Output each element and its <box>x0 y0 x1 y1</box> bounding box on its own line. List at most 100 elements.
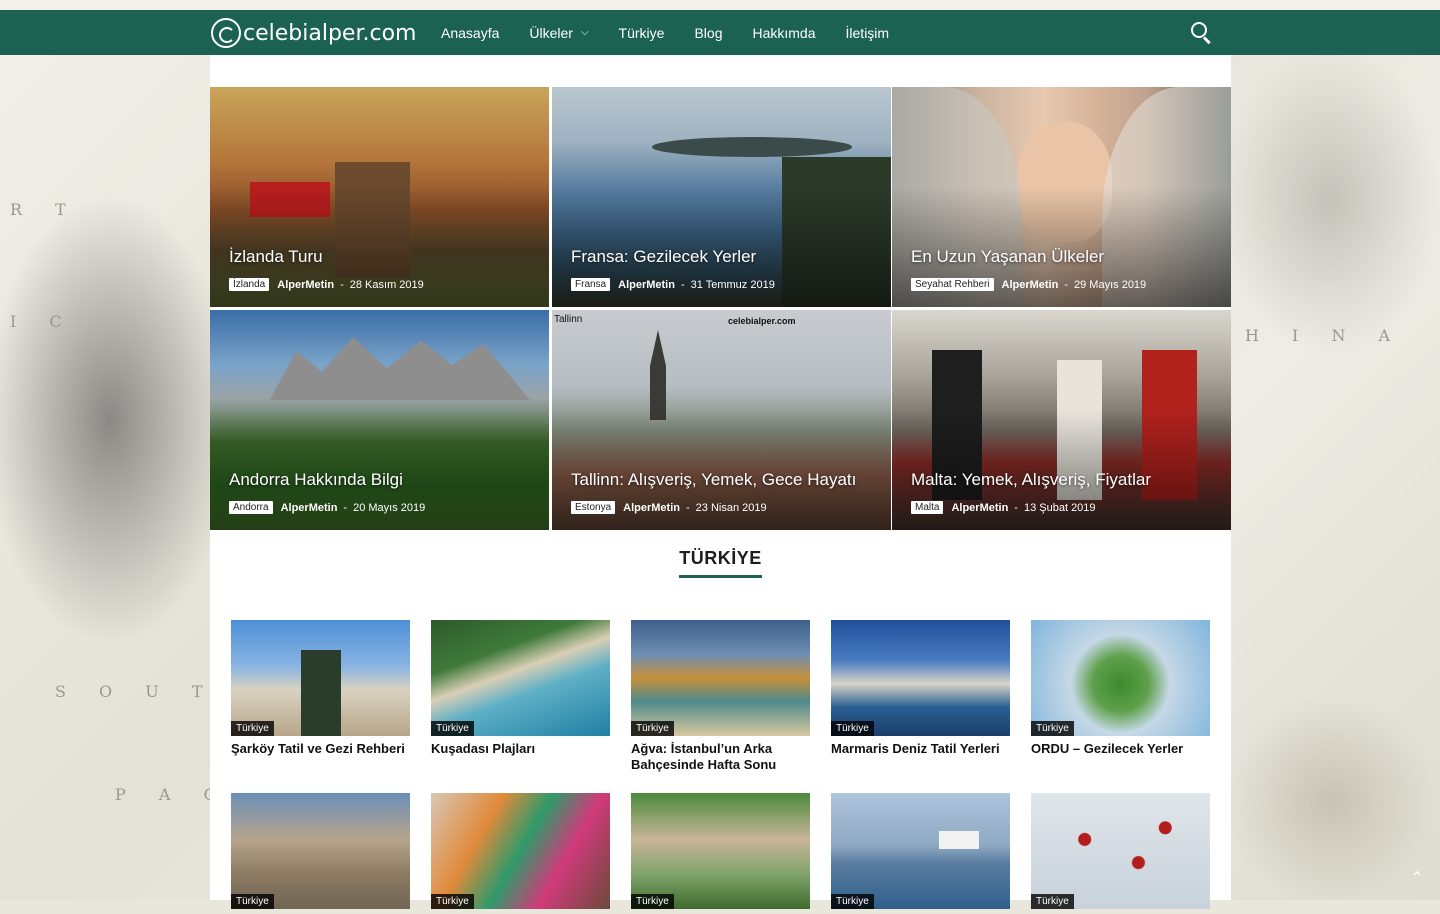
chevron-down-icon: ⌵ <box>580 27 589 38</box>
post-title[interactable]: Tallinn: Alışveriş, Yemek, Gece Hayatı <box>571 470 856 490</box>
nav-label: Blog <box>694 24 723 41</box>
main-navbar: celebialper.com Anasayfa Ülkeler ⌵ Türkiy… <box>0 10 1440 55</box>
featured-post-andorra[interactable]: Andorra Hakkında Bilgi Andorra AlperMeti… <box>210 310 549 530</box>
meta-separator: - <box>1014 501 1018 514</box>
post-thumbnail[interactable]: Türkiye <box>631 620 810 736</box>
post-card[interactable]: Türkiye <box>631 793 810 914</box>
category-badge[interactable]: Türkiye <box>831 721 874 736</box>
post-thumbnail[interactable]: Türkiye <box>231 793 410 909</box>
post-thumbnail[interactable]: Türkiye <box>831 620 1010 736</box>
category-badge[interactable]: Türkiye <box>1031 894 1074 909</box>
category-badge[interactable]: Seyahat Rehberi <box>911 278 994 291</box>
chevron-up-icon[interactable]: ⌃ <box>1405 868 1429 888</box>
post-author[interactable]: AlperMetin <box>281 502 338 514</box>
search-icon[interactable] <box>1191 22 1207 38</box>
post-title[interactable]: Marmaris Deniz Tatil Yerleri <box>831 741 1010 757</box>
post-author[interactable]: AlperMetin <box>1002 279 1059 291</box>
post-title[interactable]: Kuşadası Plajları <box>431 741 610 757</box>
nav-item-hakkimda[interactable]: Hakkımda <box>752 25 815 41</box>
post-thumbnail[interactable]: Türkiye <box>231 620 410 736</box>
featured-post-en-uzun[interactable]: En Uzun Yaşanan Ülkeler Seyahat Rehberi … <box>892 87 1231 307</box>
post-thumbnail[interactable]: Türkiye <box>431 620 610 736</box>
post-thumbnail[interactable]: Türkiye <box>631 793 810 909</box>
category-badge[interactable]: Andorra <box>229 501 273 514</box>
post-author[interactable]: AlperMetin <box>618 279 675 291</box>
post-thumbnail[interactable]: Türkiye <box>831 793 1010 909</box>
post-card[interactable]: Türkiye Kuşadası Plajları <box>431 620 610 757</box>
post-title[interactable]: İzlanda Turu <box>229 247 323 267</box>
category-badge[interactable]: Türkiye <box>431 894 474 909</box>
category-badge[interactable]: Türkiye <box>1031 721 1074 736</box>
category-badge[interactable]: Estonya <box>571 501 616 514</box>
post-title[interactable]: En Uzun Yaşanan Ülkeler <box>911 247 1104 267</box>
post-author[interactable]: AlperMetin <box>623 502 680 514</box>
post-meta: Andorra AlperMetin - 20 Mayıs 2019 <box>229 501 425 514</box>
post-title[interactable]: Şarköy Tatil ve Gezi Rehberi <box>231 741 410 757</box>
map-label: R T <box>10 200 80 219</box>
post-card[interactable]: Türkiye <box>431 793 610 914</box>
post-card[interactable]: Türkiye Ağva: İstanbul’un Arka Bahçesind… <box>631 620 810 773</box>
category-badge[interactable]: Türkiye <box>831 894 874 909</box>
post-meta: Seyahat Rehberi AlperMetin - 29 Mayıs 20… <box>911 278 1146 291</box>
post-date: 29 Mayıs 2019 <box>1074 278 1147 291</box>
post-thumbnail[interactable]: Türkiye <box>1031 793 1210 909</box>
person-figure <box>301 650 341 736</box>
post-card[interactable]: Türkiye <box>831 793 1010 914</box>
category-badge[interactable]: Türkiye <box>631 894 674 909</box>
post-title[interactable]: Ağva: İstanbul’un Arka Bahçesinde Hafta … <box>631 741 810 773</box>
meta-separator: - <box>685 501 690 514</box>
nav-item-blog[interactable]: Blog <box>694 25 722 41</box>
nav-item-turkiye[interactable]: Türkiye <box>619 25 665 41</box>
nav-menu: Anasayfa Ülkeler ⌵ Türkiye Blog Hakkımda … <box>441 10 919 55</box>
category-badge[interactable]: Türkiye <box>631 721 674 736</box>
post-meta: İzlanda AlperMetin - 28 Kasım 2019 <box>229 278 424 291</box>
nav-label: Ülkeler <box>529 24 573 41</box>
section-heading: TÜRKİYE <box>210 548 1231 578</box>
ferry <box>939 831 979 849</box>
logo-text: celebialper.com <box>243 20 417 46</box>
logo-mark-icon <box>211 18 241 48</box>
category-badge[interactable]: Fransa <box>571 278 611 291</box>
post-card[interactable]: Türkiye ORDU – Gezilecek Yerler <box>1031 620 1210 757</box>
post-date: 13 Şubat 2019 <box>1023 501 1096 514</box>
post-meta: Estonya AlperMetin - 23 Nisan 2019 <box>571 501 767 514</box>
site-logo[interactable]: celebialper.com <box>211 16 416 50</box>
post-meta: Malta AlperMetin - 13 Şubat 2019 <box>911 501 1096 514</box>
nav-label: Hakkımda <box>752 24 816 41</box>
featured-post-malta[interactable]: Malta: Yemek, Alışveriş, Fiyatlar Malta … <box>892 310 1231 530</box>
post-author[interactable]: AlperMetin <box>951 502 1008 514</box>
image-caption: Tallinn <box>554 314 583 325</box>
nav-item-anasayfa[interactable]: Anasayfa <box>441 25 499 41</box>
post-card[interactable]: Türkiye <box>231 793 410 914</box>
church-spire <box>650 330 666 420</box>
post-thumbnail[interactable]: Türkiye <box>431 793 610 909</box>
post-thumbnail[interactable]: Türkiye <box>1031 620 1210 736</box>
post-date: 28 Kasım 2019 <box>349 278 424 291</box>
meta-separator: - <box>340 278 344 291</box>
nav-label: İletişim <box>845 24 890 41</box>
post-title[interactable]: Andorra Hakkında Bilgi <box>229 470 403 490</box>
nav-item-ulkeler[interactable]: Ülkeler ⌵ <box>529 25 588 41</box>
featured-post-izlanda[interactable]: İzlanda Turu İzlanda AlperMetin - 28 Kas… <box>210 87 549 307</box>
featured-post-tallinn[interactable]: Tallinn celebialper.com Tallinn: Alışver… <box>552 310 891 530</box>
section-title[interactable]: TÜRKİYE <box>679 548 762 578</box>
category-badge[interactable]: Malta <box>911 501 944 514</box>
post-card[interactable]: Türkiye Şarköy Tatil ve Gezi Rehberi <box>231 620 410 757</box>
nav-item-iletisim[interactable]: İletişim <box>846 25 890 41</box>
category-badge[interactable]: Türkiye <box>231 721 274 736</box>
post-title[interactable]: ORDU – Gezilecek Yerler <box>1031 741 1210 757</box>
coastline <box>652 137 852 157</box>
post-date: 20 Mayıs 2019 <box>353 501 426 514</box>
category-badge[interactable]: İzlanda <box>229 278 270 291</box>
nav-label: Anasayfa <box>441 24 500 41</box>
category-badge[interactable]: Türkiye <box>431 721 474 736</box>
post-card[interactable]: Türkiye <box>1031 793 1210 914</box>
meta-separator: - <box>680 278 685 291</box>
category-badge[interactable]: Türkiye <box>231 894 274 909</box>
post-title[interactable]: Fransa: Gezilecek Yerler <box>571 247 756 267</box>
post-card[interactable]: Türkiye Marmaris Deniz Tatil Yerleri <box>831 620 1010 757</box>
featured-post-fransa[interactable]: Fransa: Gezilecek Yerler Fransa AlperMet… <box>552 87 891 307</box>
top-strip <box>0 0 1440 10</box>
post-author[interactable]: AlperMetin <box>277 279 334 291</box>
post-title[interactable]: Malta: Yemek, Alışveriş, Fiyatlar <box>911 470 1151 490</box>
